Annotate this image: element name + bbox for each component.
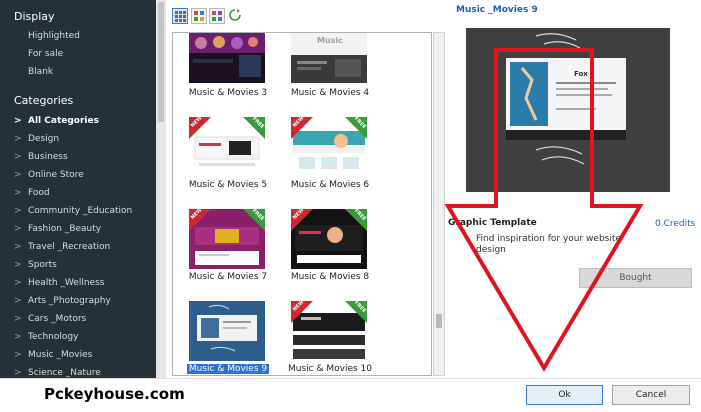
credits-label: 0 Credits bbox=[655, 219, 696, 229]
preview-artwork bbox=[466, 28, 670, 192]
refresh-icon bbox=[229, 9, 241, 21]
grid-medium-view-button[interactable] bbox=[191, 8, 207, 24]
chevron-right-icon: > bbox=[14, 296, 22, 306]
category-label: Sports bbox=[28, 260, 57, 270]
sidebar-scrollbar-thumb[interactable] bbox=[158, 2, 164, 122]
category-label: Design bbox=[28, 134, 60, 144]
category-fashion-beauty[interactable]: > Fashion _Beauty bbox=[14, 224, 101, 234]
chevron-right-icon: > bbox=[14, 260, 22, 270]
template-gallery: Music & Movies 3 Music Music & Movies 4 … bbox=[172, 32, 432, 376]
category-label: Arts _Photography bbox=[28, 296, 111, 306]
template-caption[interactable]: Music & Movies 8 bbox=[275, 272, 385, 282]
categories-heading: Categories bbox=[14, 94, 74, 107]
category-cars-motors[interactable]: > Cars _Motors bbox=[14, 314, 86, 324]
display-item-blank[interactable]: Blank bbox=[28, 67, 53, 77]
chevron-right-icon: > bbox=[14, 242, 22, 252]
gallery-scrollbar-thumb[interactable] bbox=[436, 314, 442, 328]
category-technology[interactable]: > Technology bbox=[14, 332, 78, 342]
template-thumb-music-movies-4[interactable]: Music bbox=[291, 33, 367, 83]
template-thumb-music-movies-10[interactable]: NEW FREE bbox=[291, 301, 367, 361]
category-sports[interactable]: > Sports bbox=[14, 260, 57, 270]
template-caption[interactable]: Music & Movies 7 bbox=[173, 272, 283, 282]
category-arts-photography[interactable]: > Arts _Photography bbox=[14, 296, 111, 306]
template-caption[interactable]: Music & Movies 4 bbox=[275, 88, 385, 98]
chevron-right-icon: > bbox=[14, 278, 22, 288]
template-description: Find inspiration for your website design bbox=[476, 234, 621, 255]
chevron-right-icon: > bbox=[14, 170, 22, 180]
template-thumbnail-text: Music bbox=[317, 36, 343, 45]
chevron-right-icon: > bbox=[14, 314, 22, 324]
template-caption[interactable]: Music & Movies 6 bbox=[275, 180, 385, 190]
chevron-right-icon: > bbox=[14, 350, 22, 360]
preview-title: Music _Movies 9 bbox=[456, 5, 538, 15]
template-caption[interactable]: Music & Movies 10 bbox=[275, 364, 385, 374]
category-label: Online Store bbox=[28, 170, 84, 180]
category-label: Health _Wellness bbox=[28, 278, 105, 288]
category-label: Community _Education bbox=[28, 206, 133, 216]
template-thumb-music-movies-3[interactable] bbox=[189, 33, 265, 83]
chevron-right-icon: > bbox=[14, 224, 22, 234]
category-label: All Categories bbox=[28, 116, 99, 126]
display-heading: Display bbox=[14, 10, 55, 23]
template-thumbnail-image bbox=[189, 33, 265, 83]
category-business[interactable]: > Business bbox=[14, 152, 68, 162]
bought-button[interactable]: Bought bbox=[579, 268, 692, 288]
category-all-categories[interactable]: > All Categories bbox=[14, 116, 99, 126]
gallery-scrollbar[interactable] bbox=[433, 32, 445, 376]
template-thumb-music-movies-8[interactable]: NEW FREE bbox=[291, 209, 367, 269]
preview-inner-heading: Fox bbox=[574, 70, 588, 78]
sidebar-scrollbar[interactable] bbox=[156, 0, 166, 378]
ok-button[interactable]: Ok bbox=[526, 385, 603, 405]
template-preview-image: Fox bbox=[466, 28, 670, 192]
category-label: Music _Movies bbox=[28, 350, 93, 360]
category-label: Business bbox=[28, 152, 68, 162]
category-label: Technology bbox=[28, 332, 79, 342]
template-type-label: Graphic Template bbox=[448, 218, 537, 228]
template-thumbnail-image bbox=[189, 301, 265, 361]
display-item-highlighted[interactable]: Highlighted bbox=[28, 31, 80, 41]
chevron-right-icon: > bbox=[14, 152, 22, 162]
category-community-education[interactable]: > Community _Education bbox=[14, 206, 132, 216]
category-design[interactable]: > Design bbox=[14, 134, 59, 144]
category-health-wellness[interactable]: > Health _Wellness bbox=[14, 278, 104, 288]
chevron-right-icon: > bbox=[14, 368, 22, 378]
refresh-button[interactable] bbox=[228, 8, 244, 24]
category-label: Cars _Motors bbox=[28, 314, 87, 324]
chevron-right-icon: > bbox=[14, 332, 22, 342]
template-thumb-music-movies-9[interactable] bbox=[189, 301, 265, 361]
sidebar: Display Highlighted For sale Blank Categ… bbox=[0, 0, 156, 378]
chevron-right-icon: > bbox=[14, 134, 22, 144]
category-travel-recreation[interactable]: > Travel _Recreation bbox=[14, 242, 110, 252]
chevron-right-icon: > bbox=[14, 188, 22, 198]
template-caption[interactable]: Music & Movies 5 bbox=[173, 180, 283, 190]
watermark-text: Pckeyhouse.com bbox=[44, 385, 185, 403]
grid-view-button[interactable] bbox=[172, 8, 188, 24]
category-music-movies[interactable]: > Music _Movies bbox=[14, 350, 92, 360]
category-label: Fashion _Beauty bbox=[28, 224, 102, 234]
template-caption[interactable]: Music & Movies 3 bbox=[173, 88, 283, 98]
category-label: Science _Nature bbox=[28, 368, 101, 378]
template-caption-selected[interactable]: Music & Movies 9 bbox=[173, 364, 283, 374]
category-label: Food bbox=[28, 188, 50, 198]
category-online-store[interactable]: > Online Store bbox=[14, 170, 84, 180]
chevron-right-icon: > bbox=[14, 206, 22, 216]
category-label: Travel _Recreation bbox=[28, 242, 111, 252]
category-food[interactable]: > Food bbox=[14, 188, 50, 198]
template-thumb-music-movies-5[interactable]: NEW FREE bbox=[189, 117, 265, 177]
template-thumb-music-movies-7[interactable]: NEW FREE bbox=[189, 209, 265, 269]
grid-color-icon bbox=[194, 11, 204, 21]
category-science-nature[interactable]: > Science _Nature bbox=[14, 368, 101, 378]
display-item-for-sale[interactable]: For sale bbox=[28, 49, 63, 59]
grid-large-view-button[interactable] bbox=[209, 8, 225, 24]
cancel-button[interactable]: Cancel bbox=[612, 385, 690, 405]
template-thumb-music-movies-6[interactable]: NEW FREE bbox=[291, 117, 367, 177]
chevron-right-icon: > bbox=[14, 116, 22, 126]
grid-large-icon bbox=[212, 11, 222, 21]
grid-small-icon bbox=[175, 11, 186, 22]
